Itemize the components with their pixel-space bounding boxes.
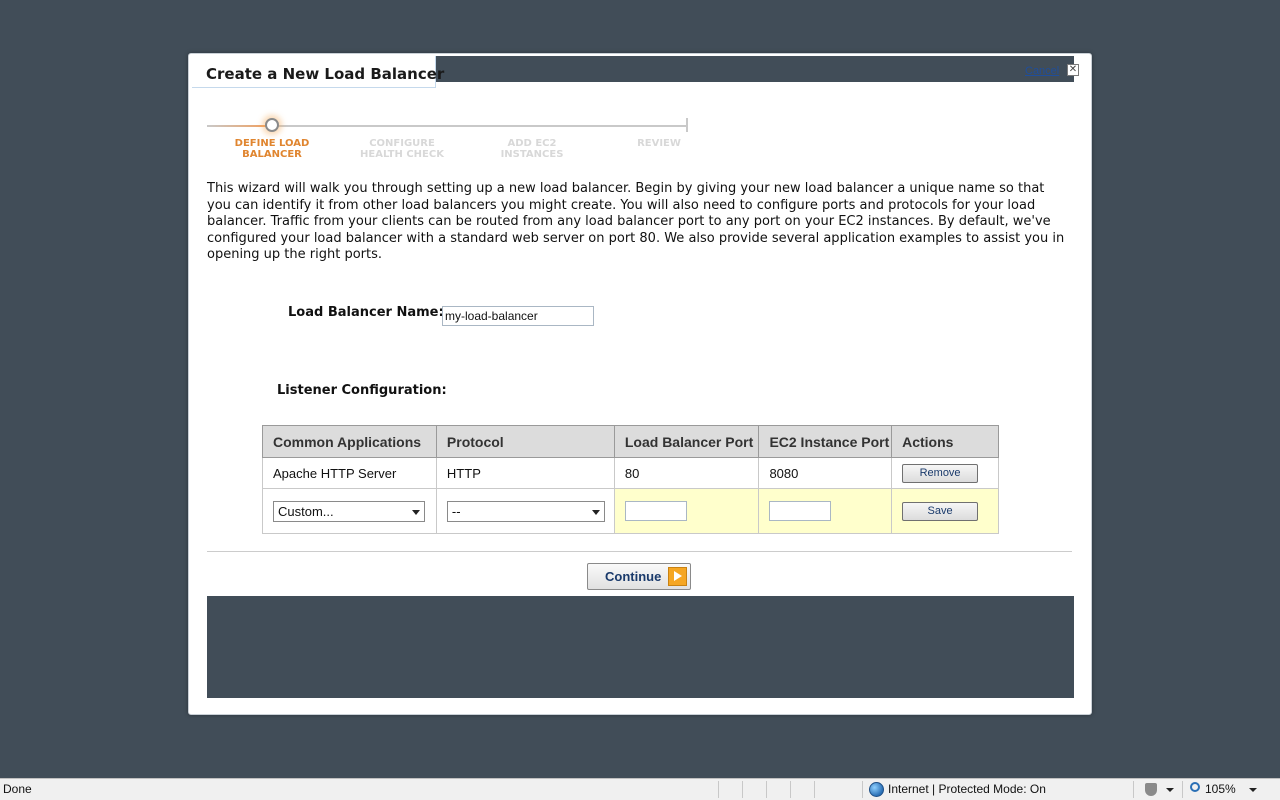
arrow-right-icon [668, 567, 687, 586]
progress-track [207, 125, 687, 127]
dialog-header-bar [436, 56, 1074, 82]
load-balancer-port-input[interactable] [624, 501, 687, 521]
zoom-level[interactable]: 105% [1205, 782, 1236, 796]
status-divider [790, 781, 791, 798]
application-cell: Apache HTTP Server [262, 457, 437, 489]
status-divider [1133, 781, 1134, 798]
chevron-down-icon[interactable] [1166, 788, 1174, 792]
protocol-cell: HTTP [435, 457, 615, 489]
continue-button-label: Continue [605, 569, 662, 584]
new-listener-row: Custom... -- Save [262, 488, 999, 534]
step-label-line: DEFINE LOAD [234, 138, 310, 149]
protocol-select-cell: -- [435, 488, 615, 534]
step-label-line: REVIEW [637, 138, 681, 149]
browser-status-bar: Done Internet | Protected Mode: On 105% [0, 778, 1280, 800]
progress-track-active [207, 125, 267, 127]
table-header-row: Common Applications Protocol Load Balanc… [262, 425, 999, 458]
chevron-down-icon [591, 509, 600, 515]
instance-port-cell: 8080 [758, 457, 893, 489]
load-balancer-name-label: Load Balancer Name: [288, 305, 444, 320]
globe-icon [869, 782, 884, 797]
column-header: EC2 Instance Port [758, 425, 893, 458]
common-applications-select[interactable]: Custom... [273, 500, 425, 522]
lb-port-cell: 80 [613, 457, 760, 489]
actions-cell: Remove [891, 457, 999, 489]
status-divider [718, 781, 719, 798]
actions-cell: Save [891, 488, 999, 534]
ec2-instance-port-input[interactable] [769, 501, 832, 521]
continue-button[interactable]: Continue [587, 563, 691, 590]
security-zone-text[interactable]: Internet | Protected Mode: On [888, 782, 1046, 796]
load-balancer-name-input[interactable] [442, 306, 594, 326]
status-divider [766, 781, 767, 798]
select-value: Custom... [278, 503, 334, 519]
column-header: Protocol [435, 425, 615, 458]
table-row: Apache HTTP Server HTTP 80 8080 Remove [262, 457, 999, 489]
step-review: REVIEW [604, 138, 714, 149]
dialog-title: Create a New Load Balancer [206, 65, 445, 83]
chevron-down-icon [412, 509, 420, 515]
step-define-load-balancer: DEFINE LOAD BALANCER [217, 138, 327, 160]
step-add-ec2-instances: ADD EC2 INSTANCES [477, 138, 587, 160]
intro-text: This wizard will walk you through settin… [207, 181, 1065, 262]
listener-configuration-label: Listener Configuration: [277, 383, 447, 398]
step-label-line: BALANCER [242, 149, 302, 160]
column-header: Load Balancer Port [613, 425, 760, 458]
divider [207, 551, 1072, 552]
status-divider [1182, 781, 1183, 798]
wizard-progress: DEFINE LOAD BALANCER CONFIGURE HEALTH CH… [207, 116, 689, 166]
status-divider [814, 781, 815, 798]
remove-button[interactable]: Remove [902, 463, 979, 483]
instance-port-input-cell [758, 488, 893, 534]
save-button[interactable]: Save [902, 501, 979, 521]
column-header: Common Applications [262, 425, 437, 458]
select-value: -- [451, 503, 461, 519]
application-select-cell: Custom... [262, 488, 437, 534]
status-divider [742, 781, 743, 798]
listener-table: Common Applications Protocol Load Balanc… [262, 425, 999, 534]
step-configure-health-check: CONFIGURE HEALTH CHECK [347, 138, 457, 160]
status-text: Done [3, 782, 32, 796]
progress-track-end [686, 118, 688, 132]
dialog-footer-panel [207, 596, 1074, 698]
column-header: Actions [891, 425, 999, 458]
current-step-marker [265, 118, 279, 132]
zoom-icon [1190, 782, 1200, 792]
step-label-line: CONFIGURE [369, 138, 435, 149]
status-divider [862, 781, 863, 798]
create-load-balancer-dialog: Create a New Load Balancer Cancel ✕ DEFI… [188, 53, 1092, 715]
step-label-line: ADD EC2 [507, 138, 557, 149]
step-label-line: INSTANCES [500, 149, 564, 160]
lb-port-input-cell [613, 488, 760, 534]
step-label-line: HEALTH CHECK [360, 149, 444, 160]
close-icon[interactable]: ✕ [1067, 64, 1079, 76]
protected-mode-icon[interactable] [1145, 783, 1157, 796]
protocol-select[interactable]: -- [446, 500, 605, 522]
dialog-title-tab: Create a New Load Balancer [192, 56, 444, 88]
chevron-down-icon[interactable] [1249, 788, 1257, 792]
cancel-link[interactable]: Cancel [1025, 65, 1059, 77]
